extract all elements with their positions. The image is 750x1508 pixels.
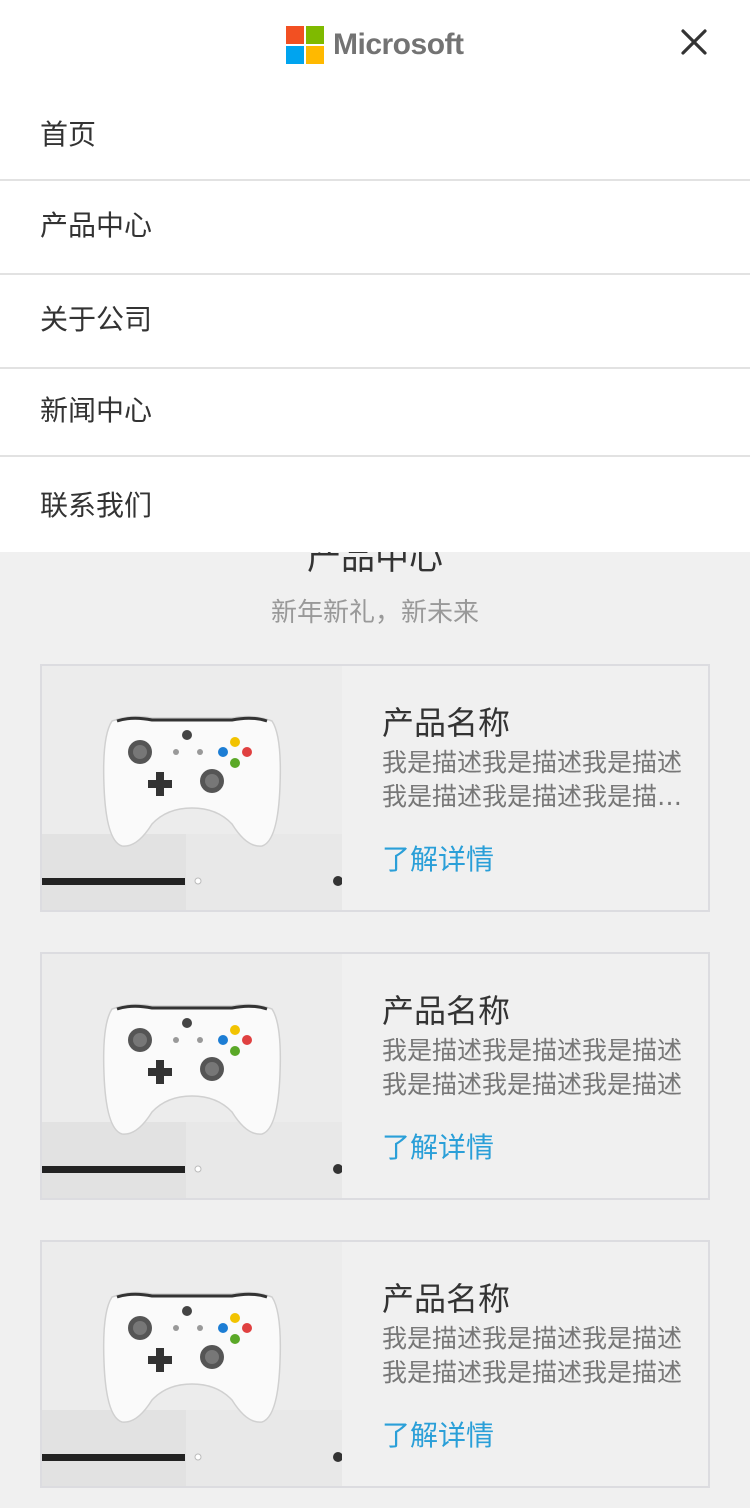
product-description: 我是描述我是描述我是描述 我是描述我是描述我是描述我是描述: [382, 746, 700, 814]
xbox-controller-image: [42, 666, 342, 910]
top-header: Microsoft: [0, 0, 750, 90]
menu-item-products[interactable]: 产品中心: [0, 181, 750, 275]
xbox-controller-image: [42, 1242, 342, 1486]
microsoft-logo-icon: [286, 26, 324, 64]
product-description-line: 我是描述我是描述我是描述我是描述: [382, 782, 700, 811]
product-description-line: 我是描述我是描述我是描述: [382, 1324, 683, 1353]
menu-item-home[interactable]: 首页: [0, 90, 750, 181]
product-card[interactable]: 产品名称 我是描述我是描述我是描述 我是描述我是描述我是描述 了解详情: [40, 952, 710, 1200]
microsoft-logo[interactable]: Microsoft: [286, 26, 464, 64]
product-name: 产品名称: [382, 704, 511, 742]
product-card[interactable]: 产品名称 我是描述我是描述我是描述 我是描述我是描述我是描述 了解详情: [40, 1240, 710, 1488]
learn-more-link[interactable]: 了解详情: [382, 1414, 494, 1454]
learn-more-link[interactable]: 了解详情: [382, 838, 494, 878]
section-subtitle: 新年新礼，新未来: [270, 598, 479, 628]
product-description: 我是描述我是描述我是描述 我是描述我是描述我是描述: [382, 1322, 700, 1390]
product-description: 我是描述我是描述我是描述 我是描述我是描述我是描述: [382, 1034, 700, 1102]
menu-item-news[interactable]: 新闻中心: [0, 369, 750, 457]
close-menu-button[interactable]: [676, 24, 712, 60]
brand-name: Microsoft: [333, 28, 464, 61]
product-name: 产品名称: [382, 1280, 511, 1318]
product-name: 产品名称: [382, 992, 511, 1030]
xbox-controller-image: [42, 954, 342, 1198]
learn-more-link[interactable]: 了解详情: [382, 1126, 494, 1166]
product-description-line: 我是描述我是描述我是描述: [382, 1036, 683, 1065]
product-description-line: 我是描述我是描述我是描述: [382, 748, 683, 777]
product-card[interactable]: 产品名称 我是描述我是描述我是描述 我是描述我是描述我是描述我是描述 了解详情: [40, 664, 710, 912]
product-description-line: 我是描述我是描述我是描述: [382, 1358, 683, 1387]
product-description-line: 我是描述我是描述我是描述: [382, 1070, 683, 1099]
menu-item-about[interactable]: 关于公司: [0, 275, 750, 369]
menu-item-contact[interactable]: 联系我们: [0, 457, 750, 552]
nav-menu: 首页 产品中心 关于公司 新闻中心 联系我们: [0, 90, 750, 552]
close-icon: [681, 29, 707, 55]
